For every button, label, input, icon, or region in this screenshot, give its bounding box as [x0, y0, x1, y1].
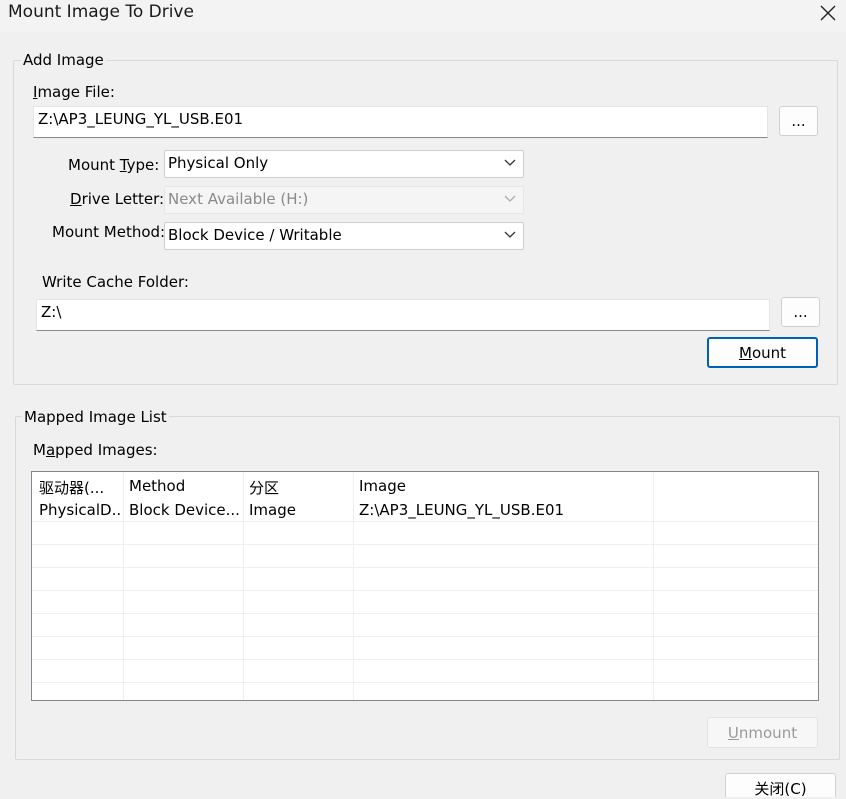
- mount-type-select[interactable]: Physical Only: [164, 150, 524, 178]
- row-separator: [32, 521, 818, 522]
- row-separator: [32, 590, 818, 591]
- close-icon: [820, 5, 836, 21]
- row-separator: [32, 613, 818, 614]
- image-file-browse-button[interactable]: ...: [779, 106, 818, 136]
- row-separator: [32, 682, 818, 683]
- mount-method-select[interactable]: Block Device / Writable: [164, 222, 524, 250]
- column-separator: [653, 472, 654, 700]
- unmount-button[interactable]: Unmount: [707, 717, 818, 748]
- column-header-partition[interactable]: 分区: [249, 477, 349, 498]
- column-separator: [243, 472, 244, 700]
- column-header-method[interactable]: Method: [129, 477, 239, 495]
- mapped-images-list[interactable]: 驱动器(... Method 分区 Image PhysicalD... Blo…: [31, 471, 819, 701]
- table-row-drive-cell[interactable]: PhysicalD...: [39, 501, 121, 519]
- row-separator: [32, 636, 818, 637]
- close-window-button[interactable]: [812, 0, 844, 26]
- row-separator: [32, 659, 818, 660]
- column-header-drive[interactable]: 驱动器(...: [39, 477, 121, 498]
- table-row-partition-cell[interactable]: Image: [249, 501, 349, 519]
- row-separator: [32, 567, 818, 568]
- add-image-legend: Add Image: [21, 51, 106, 69]
- image-file-input[interactable]: Z:\AP3_LEUNG_YL_USB.E01: [33, 106, 768, 138]
- row-separator: [32, 544, 818, 545]
- chevron-down-icon: [504, 159, 516, 166]
- chevron-down-icon: [504, 195, 516, 202]
- column-header-image[interactable]: Image: [359, 477, 649, 495]
- drive-letter-label: Drive Letter:: [70, 190, 165, 208]
- mount-method-label: Mount Method:: [52, 223, 166, 241]
- mount-button[interactable]: Mount: [707, 337, 818, 368]
- mapped-image-legend: Mapped Image List: [22, 408, 169, 426]
- drive-letter-select[interactable]: Next Available (H:): [164, 186, 524, 214]
- column-separator: [123, 472, 124, 700]
- close-button[interactable]: 关闭(C): [725, 773, 836, 798]
- table-row-image-cell[interactable]: Z:\AP3_LEUNG_YL_USB.E01: [359, 501, 649, 519]
- write-cache-browse-button[interactable]: ...: [781, 297, 820, 327]
- column-separator: [353, 472, 354, 700]
- image-file-label: Image File:: [33, 83, 115, 101]
- mapped-images-label: Mapped Images:: [33, 441, 158, 459]
- window-title: Mount Image To Drive: [8, 2, 194, 22]
- table-row-method-cell[interactable]: Block Device...: [129, 501, 241, 519]
- mount-type-label: Mount Type:: [68, 156, 160, 174]
- write-cache-label: Write Cache Folder:: [42, 273, 189, 291]
- write-cache-input[interactable]: Z:\: [36, 299, 770, 331]
- chevron-down-icon: [504, 231, 516, 238]
